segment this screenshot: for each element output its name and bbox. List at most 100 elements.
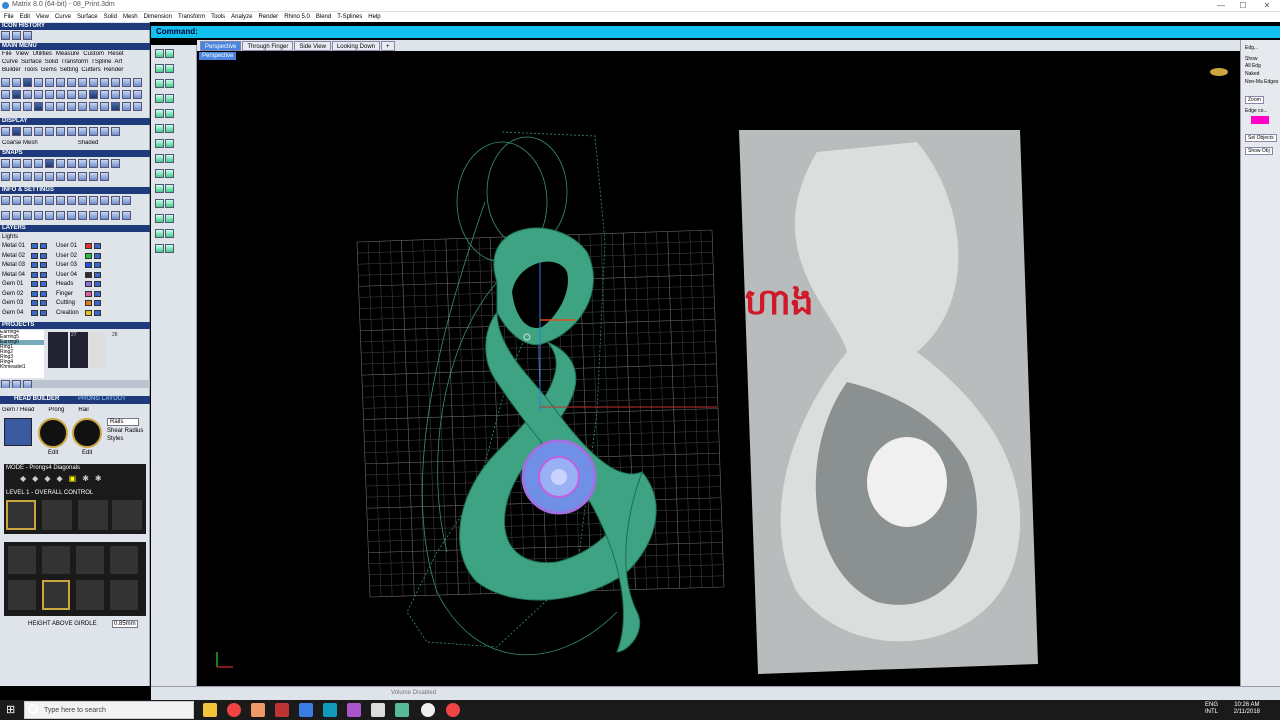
tool-icon[interactable] bbox=[56, 102, 65, 111]
snap-icon[interactable] bbox=[12, 159, 21, 168]
tool-icon[interactable] bbox=[1, 90, 10, 99]
viewport-canvas[interactable]: ហាង bbox=[197, 52, 1240, 686]
toolbar-tool-icon[interactable] bbox=[155, 244, 164, 253]
toolbar-tool-icon[interactable] bbox=[165, 184, 174, 193]
history-icon[interactable] bbox=[23, 31, 32, 40]
main-menu-header[interactable]: MAIN MENU bbox=[0, 43, 150, 50]
taskbar-search[interactable]: Type here to search bbox=[24, 701, 194, 719]
toolbar-tool-icon[interactable] bbox=[165, 49, 174, 58]
snap-icon[interactable] bbox=[45, 172, 54, 181]
info-icon[interactable] bbox=[1, 211, 10, 220]
file-explorer-icon[interactable] bbox=[203, 703, 217, 717]
menu-analyze[interactable]: Analyze bbox=[231, 14, 252, 20]
project-thumbnail[interactable]: 27 bbox=[70, 332, 88, 368]
tool-icon[interactable] bbox=[34, 90, 43, 99]
info-icon[interactable] bbox=[23, 196, 32, 205]
rails-field[interactable]: Rails bbox=[107, 418, 139, 426]
height-above-girdle-input[interactable]: 0.85mm bbox=[112, 620, 138, 628]
app-icon[interactable] bbox=[275, 703, 289, 717]
mm-file[interactable]: File bbox=[2, 51, 12, 59]
zoom-button[interactable]: Zoom bbox=[1245, 96, 1264, 104]
toolbar-tool-icon[interactable] bbox=[155, 199, 164, 208]
layer-visibility-icon[interactable] bbox=[31, 252, 38, 259]
layer-visibility-icon[interactable] bbox=[31, 243, 38, 249]
info-icon[interactable] bbox=[12, 211, 21, 220]
info-icon[interactable] bbox=[122, 211, 131, 220]
toolbar-tool-icon[interactable] bbox=[155, 79, 164, 88]
preset-option[interactable] bbox=[8, 580, 36, 610]
tool-icon[interactable] bbox=[133, 102, 142, 111]
info-settings-header[interactable]: INFO & SETTINGS bbox=[0, 187, 150, 194]
tool-icon[interactable] bbox=[1, 102, 10, 111]
toolbar-tool-icon[interactable] bbox=[155, 94, 164, 103]
info-icon[interactable] bbox=[56, 211, 65, 220]
layers-header[interactable]: LAYERS bbox=[0, 225, 150, 232]
tool-icon[interactable] bbox=[122, 102, 131, 111]
toolbar-tool-icon[interactable] bbox=[165, 229, 174, 238]
level-option[interactable] bbox=[78, 500, 108, 530]
app-icon[interactable] bbox=[395, 703, 409, 717]
menu-dimension[interactable]: Dimension bbox=[144, 14, 172, 20]
layer-name[interactable]: Gem 03 bbox=[0, 300, 30, 306]
layer-visibility-icon[interactable] bbox=[31, 290, 38, 297]
tool-icon[interactable] bbox=[45, 90, 54, 99]
tab-looking-down[interactable]: Looking Down bbox=[331, 41, 380, 51]
layer-lock-icon[interactable] bbox=[40, 290, 47, 297]
history-icon[interactable] bbox=[1, 31, 10, 40]
layer-visibility-icon[interactable] bbox=[31, 300, 38, 306]
mm-reset[interactable]: Reset bbox=[108, 51, 124, 59]
project-tool-icon[interactable] bbox=[23, 380, 32, 388]
user-layer-name[interactable]: User 04 bbox=[56, 272, 84, 278]
toolbar-tool-icon[interactable] bbox=[155, 229, 164, 238]
display-icon[interactable] bbox=[111, 127, 120, 136]
snap-icon[interactable] bbox=[12, 172, 21, 181]
toolbar-tool-icon[interactable] bbox=[165, 124, 174, 133]
display-mode-shaded[interactable]: Shaded bbox=[78, 140, 99, 148]
user-layer-name[interactable]: User 03 bbox=[56, 262, 84, 268]
menu-view[interactable]: View bbox=[36, 14, 49, 20]
tab-through-finger[interactable]: Through Finger bbox=[242, 41, 294, 51]
layer-name[interactable]: Gem 04 bbox=[0, 310, 30, 316]
show-objects-button[interactable]: Show Obj bbox=[1245, 147, 1273, 155]
mm-builder[interactable]: Builder bbox=[2, 67, 21, 75]
snap-icon[interactable] bbox=[56, 172, 65, 181]
prong-mode-icon-selected[interactable]: ▣ bbox=[69, 474, 77, 486]
toolbar-tool-icon[interactable] bbox=[165, 244, 174, 253]
project-tool-icon[interactable] bbox=[12, 380, 21, 388]
info-icon[interactable] bbox=[111, 211, 120, 220]
minimize-button[interactable]: — bbox=[1210, 0, 1232, 12]
snap-icon[interactable] bbox=[67, 172, 76, 181]
layer-lock-icon[interactable] bbox=[40, 271, 47, 278]
snap-icon[interactable] bbox=[78, 172, 87, 181]
chrome-icon[interactable] bbox=[227, 703, 241, 717]
layer-name[interactable]: Metal 04 bbox=[0, 272, 30, 278]
layer-row[interactable]: Gem 04 Creation bbox=[0, 309, 150, 317]
layer-color-swatch[interactable] bbox=[85, 262, 92, 268]
snap-icon[interactable] bbox=[67, 159, 76, 168]
mm-render[interactable]: Render bbox=[104, 67, 124, 75]
tab-perspective[interactable]: Perspective bbox=[200, 41, 242, 51]
layer-lock-icon[interactable] bbox=[40, 281, 47, 287]
tool-icon[interactable] bbox=[111, 90, 120, 99]
info-icon[interactable] bbox=[1, 196, 10, 205]
info-icon[interactable] bbox=[34, 211, 43, 220]
edit-prong-label[interactable]: Edit bbox=[48, 450, 58, 456]
firefox-icon[interactable] bbox=[251, 703, 265, 717]
language-indicator[interactable]: ENG INTL bbox=[1205, 702, 1218, 716]
layer-visibility-icon[interactable] bbox=[94, 243, 101, 249]
preset-option[interactable] bbox=[76, 546, 104, 574]
layer-row[interactable]: Metal 04 User 04 bbox=[0, 271, 150, 279]
layer-visibility-icon[interactable] bbox=[94, 290, 101, 297]
info-icon[interactable] bbox=[23, 211, 32, 220]
display-icon[interactable] bbox=[78, 127, 87, 136]
prong-mode-icon[interactable]: ◆ bbox=[20, 474, 26, 486]
info-icon[interactable] bbox=[12, 196, 21, 205]
layer-row[interactable]: Gem 03 Cutting bbox=[0, 299, 150, 307]
tool-icon[interactable] bbox=[23, 78, 32, 87]
toolbar-tool-icon[interactable] bbox=[155, 64, 164, 73]
tool-icon[interactable] bbox=[89, 78, 98, 87]
toolbar-tool-icon[interactable] bbox=[165, 214, 174, 223]
tool-icon[interactable] bbox=[56, 78, 65, 87]
display-icon[interactable] bbox=[56, 127, 65, 136]
icon-history-header[interactable]: ICON HISTORY bbox=[0, 23, 150, 30]
